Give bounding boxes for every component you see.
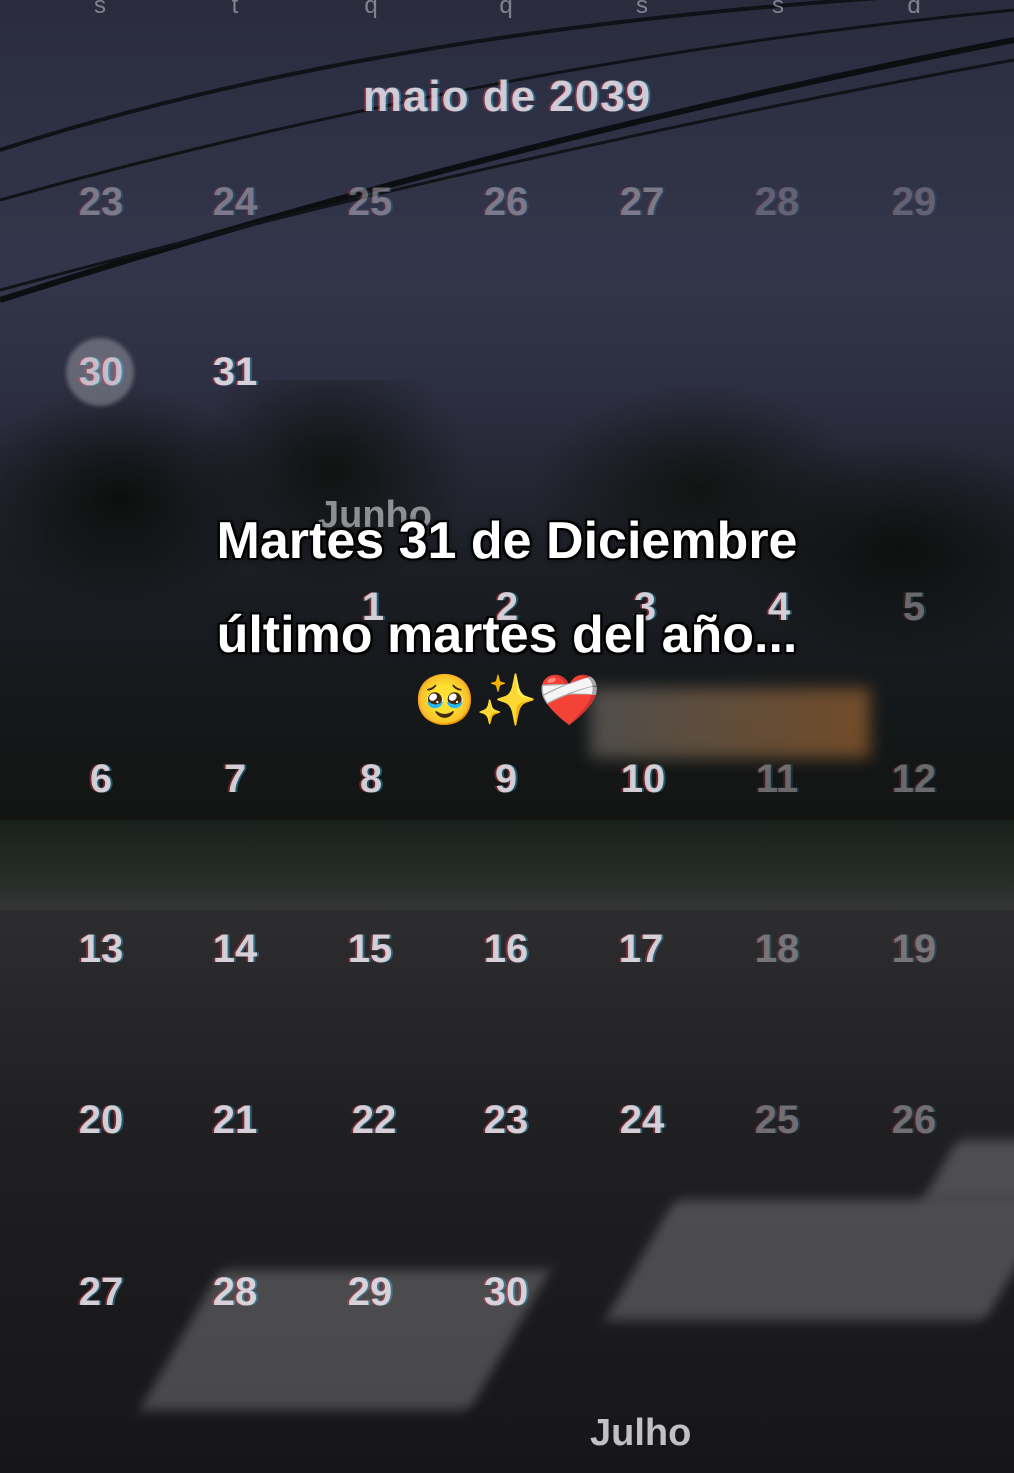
calendar-day[interactable]: 30	[466, 1270, 546, 1315]
calendar-day[interactable]: 6	[61, 757, 141, 802]
pleading-face-icon: 🥹	[413, 672, 476, 728]
calendar-day[interactable]: 29	[330, 1270, 410, 1315]
weekday-label: s	[94, 0, 106, 19]
calendar-day[interactable]: 24	[195, 180, 275, 225]
calendar-day[interactable]: 7	[195, 757, 275, 802]
mending-heart-icon: ❤️‍🩹	[538, 672, 601, 728]
calendar-day[interactable]: 8	[331, 757, 411, 802]
calendar-day[interactable]: 31	[195, 350, 275, 395]
calendar-day[interactable]: 19	[874, 927, 954, 972]
calendar-day[interactable]: 13	[61, 927, 141, 972]
caption-line-2: último martes del año...	[216, 606, 798, 664]
weekday-label: s	[772, 0, 784, 19]
calendar-day[interactable]: 25	[737, 1098, 817, 1143]
calendar-day[interactable]: 16	[466, 927, 546, 972]
calendar-day[interactable]: 11	[737, 757, 817, 802]
weekday-label: t	[231, 0, 239, 19]
calendar-day[interactable]: 26	[874, 1098, 954, 1143]
calendar-day[interactable]: 24	[602, 1098, 682, 1143]
weekday-label: q	[364, 0, 378, 19]
calendar-day[interactable]: 18	[737, 927, 817, 972]
weekday-label: q	[499, 0, 513, 19]
month-label-july: Julho	[590, 1412, 692, 1454]
calendar-day[interactable]: 14	[195, 927, 275, 972]
caption-line-1: Martes 31 de Diciembre	[216, 512, 798, 570]
weekday-label: d	[907, 0, 921, 19]
calendar-day[interactable]: 25	[330, 180, 410, 225]
calendar-day[interactable]: 22	[334, 1098, 414, 1143]
calendar-day[interactable]: 9	[466, 757, 546, 802]
calendar-day[interactable]: 28	[195, 1270, 275, 1315]
calendar-day[interactable]: 17	[601, 927, 681, 972]
calendar-overlay: s t q q s s d maio de 2039 23 24 25 26 2…	[0, 0, 1014, 1473]
calendar-day[interactable]: 15	[330, 927, 410, 972]
calendar-day[interactable]: 27	[602, 180, 682, 225]
calendar-day-selected[interactable]: 30	[61, 350, 141, 395]
calendar-day[interactable]: 10	[603, 757, 683, 802]
emoji-row: 🥹✨❤️‍🩹	[0, 672, 1014, 728]
calendar-day[interactable]: 26	[466, 180, 546, 225]
calendar-day[interactable]: 29	[874, 180, 954, 225]
calendar-day[interactable]: 20	[61, 1098, 141, 1143]
weekday-label: s	[636, 0, 648, 19]
calendar-day[interactable]: 23	[61, 180, 141, 225]
calendar-day[interactable]: 21	[195, 1098, 275, 1143]
sparkles-icon: ✨	[475, 672, 539, 728]
calendar-day[interactable]: 12	[874, 757, 954, 802]
calendar-day[interactable]: 28	[737, 180, 817, 225]
calendar-day[interactable]: 27	[61, 1270, 141, 1315]
calendar-day[interactable]: 23	[466, 1098, 546, 1143]
month-title: maio de 2039	[362, 72, 652, 121]
